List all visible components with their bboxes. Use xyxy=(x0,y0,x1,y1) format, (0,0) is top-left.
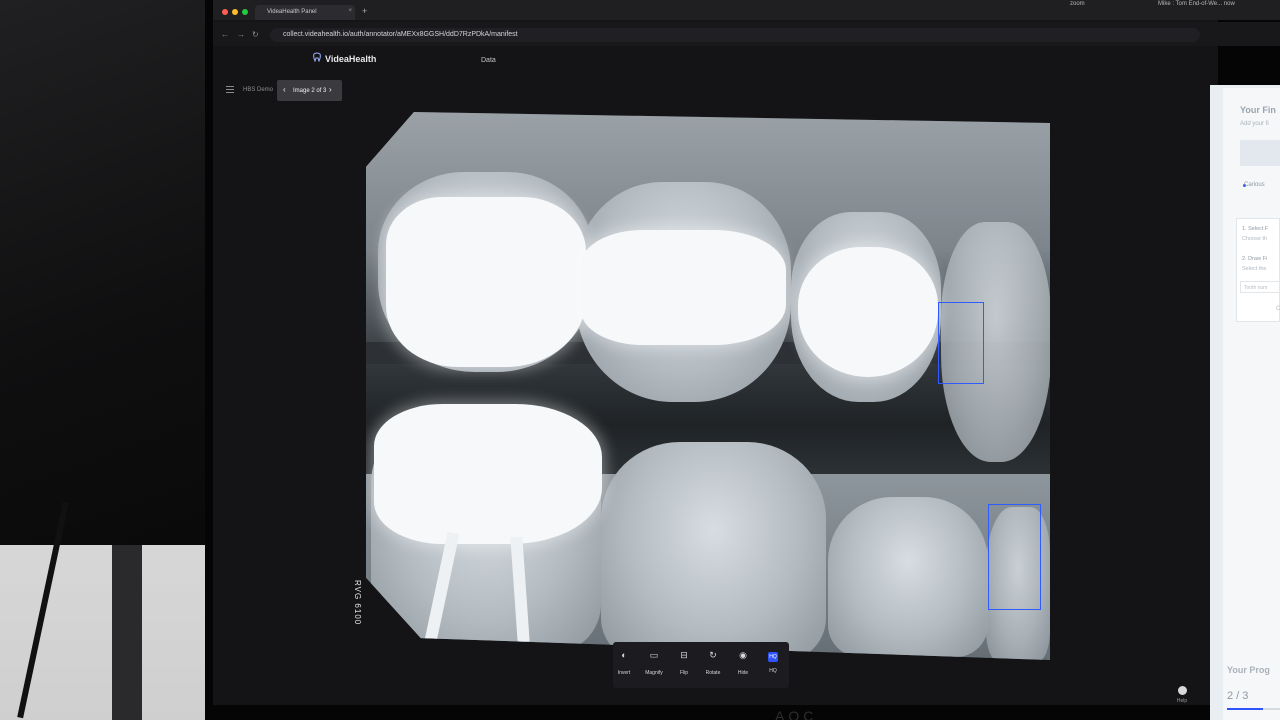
back-icon[interactable]: ← xyxy=(221,30,229,39)
step-draw-hint: Select the xyxy=(1242,266,1267,272)
hq-icon: HQ xyxy=(768,652,778,662)
status-app-label: zoom xyxy=(1070,1,1085,7)
close-window-icon[interactable] xyxy=(222,9,228,15)
new-tab-button[interactable]: + xyxy=(362,6,367,16)
background-room xyxy=(0,0,210,720)
monitor-brand-logo: AOC xyxy=(775,708,818,720)
help-label: Help xyxy=(1176,698,1188,704)
tool-label: HQ xyxy=(769,668,777,674)
tooth-number-placeholder: Tooth num xyxy=(1244,285,1268,291)
browser-tab-bar xyxy=(213,0,1280,20)
tool-label: Hide xyxy=(737,670,749,676)
finding-search-box[interactable] xyxy=(1240,140,1280,166)
tool-label: Rotate xyxy=(705,670,721,676)
dental-xray-image[interactable] xyxy=(366,112,1050,660)
step-select-finding: 1. Select F xyxy=(1242,226,1269,232)
url-text[interactable]: collect.videahealth.io/auth/annotator/aM… xyxy=(283,31,518,38)
progress-bar xyxy=(1227,708,1280,710)
rotate-tool-button[interactable]: ↻ Rotate xyxy=(700,650,726,676)
browser-tab[interactable]: VideaHealth Panel × xyxy=(255,5,355,20)
reload-icon[interactable]: ↻ xyxy=(252,30,259,39)
step-draw-finding: 2. Draw Fi xyxy=(1242,256,1268,262)
help-icon xyxy=(1177,686,1187,695)
progress-title: Your Prog xyxy=(1227,665,1270,675)
invert-tool-button[interactable]: ◐ Invert xyxy=(611,650,637,676)
progress-count: 2 / 3 xyxy=(1227,690,1249,702)
tooth-number-input[interactable]: Tooth num xyxy=(1240,281,1280,293)
findings-subtitle: Add your fi xyxy=(1240,121,1269,127)
status-user-label: Mike : Tom End-of-We... now xyxy=(1158,1,1235,7)
step-select-hint: Choose th xyxy=(1242,236,1268,242)
magnify-icon: ▭ xyxy=(649,650,659,660)
menu-icon[interactable] xyxy=(226,86,234,95)
project-name: HBS Demo xyxy=(243,87,274,93)
invert-icon: ◐ xyxy=(621,650,627,660)
upper-filling xyxy=(386,197,586,367)
help-button[interactable]: Help xyxy=(1176,686,1188,704)
brand-name[interactable]: VideaHealth xyxy=(325,54,376,64)
magnify-tool-button[interactable]: ▭ Magnify xyxy=(641,650,667,676)
hq-tool-button[interactable]: HQ HQ xyxy=(760,650,786,674)
rotate-icon: ↻ xyxy=(709,650,717,660)
tab-close-icon[interactable]: × xyxy=(348,8,352,14)
upper-filling xyxy=(581,230,786,345)
tool-label: Flip xyxy=(679,670,689,676)
hide-tool-button[interactable]: ◉ Hide xyxy=(730,650,756,676)
eye-icon: ◉ xyxy=(739,650,747,660)
finding-carious[interactable]: Carious xyxy=(1244,182,1265,188)
findings-title: Your Fin xyxy=(1240,105,1276,115)
tool-label: Invert xyxy=(617,670,631,676)
background-monitor xyxy=(0,0,205,545)
lower-filling xyxy=(374,404,602,544)
browser-tab-title: VideaHealth Panel xyxy=(267,9,317,15)
nav-data-link[interactable]: Data xyxy=(481,57,496,64)
tool-label: Magnify xyxy=(645,670,663,676)
image-navigator: ‹ Image 2 of 3 › xyxy=(277,80,342,101)
image-counter: Image 2 of 3 xyxy=(293,88,327,94)
annotation-box[interactable] xyxy=(988,504,1041,610)
monitor-stand xyxy=(112,545,142,720)
progress-bar-fill xyxy=(1227,708,1263,710)
lower-molar xyxy=(601,442,826,660)
chevron-right-icon[interactable]: › xyxy=(329,85,332,94)
maximize-window-icon[interactable] xyxy=(242,9,248,15)
tooth-logo-icon xyxy=(313,52,321,62)
flip-tool-button[interactable]: ⊟ Flip xyxy=(671,650,697,676)
panel-c-label: C xyxy=(1276,306,1280,312)
lower-premolar xyxy=(828,497,988,657)
annotation-box[interactable] xyxy=(938,302,984,384)
upper-filling xyxy=(798,247,938,377)
forward-icon[interactable]: → xyxy=(237,30,245,39)
sensor-label: RVG 6100 xyxy=(353,580,362,626)
minimize-window-icon[interactable] xyxy=(232,9,238,15)
flip-icon: ⊟ xyxy=(680,650,688,660)
chevron-left-icon[interactable]: ‹ xyxy=(283,85,286,94)
